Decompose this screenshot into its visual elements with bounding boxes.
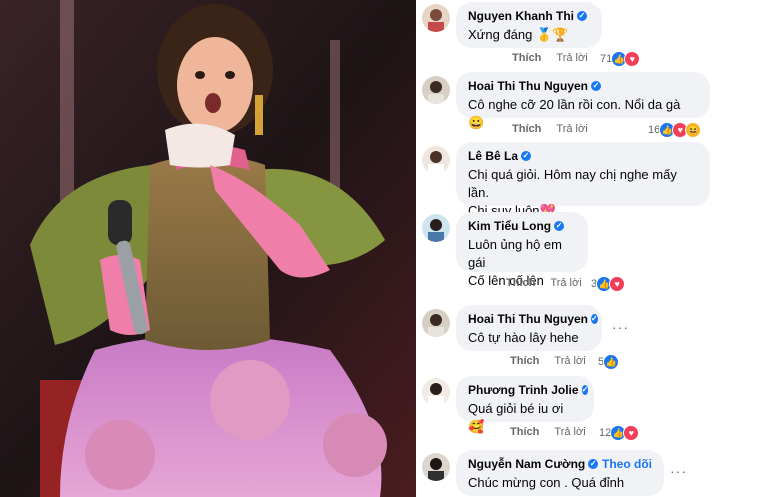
- commenter-name[interactable]: Nguyen Khanh Thi: [468, 9, 574, 23]
- more-options-icon[interactable]: ···: [612, 319, 629, 335]
- comment-text: Cô tự hào lây hehe: [468, 330, 579, 345]
- commenter-name[interactable]: Kim Tiểu Long: [468, 219, 551, 233]
- avatar[interactable]: [422, 309, 450, 337]
- comment-item: Hoai Thi Thu Nguyen ✓ Cô tự hào lây hehe …: [416, 303, 780, 373]
- commenter-name[interactable]: Nguyễn Nam Cường: [468, 457, 585, 471]
- comment-item: Kim Tiểu Long ✓ Luôn ủng hộ em gái Cố lên…: [416, 212, 780, 298]
- commenter-name[interactable]: Phương Trinh Jolie: [468, 383, 579, 397]
- reply-button[interactable]: Trả lời: [556, 52, 587, 64]
- comment-bubble: Hoai Thi Thu Nguyen ✓ Cô nghe cỡ 20 lần r…: [456, 72, 710, 130]
- reply-button[interactable]: Trả lời: [554, 355, 585, 367]
- like-reaction-icon: 👍: [603, 354, 620, 370]
- comment-actions: Thích Trả lời: [512, 52, 588, 64]
- avatar[interactable]: [422, 378, 450, 406]
- avatar[interactable]: [422, 214, 450, 242]
- like-button[interactable]: Thích: [512, 123, 541, 135]
- like-button[interactable]: Thích: [510, 426, 539, 438]
- like-button[interactable]: Thích: [506, 277, 535, 289]
- comment-item: Lê Bê La ✓ Chị quá giỏi. Hôm nay chị nghe…: [416, 140, 780, 218]
- like-button[interactable]: Thích: [510, 355, 539, 367]
- reaction-summary[interactable]: 5 👍: [598, 354, 620, 370]
- comment-bubble: Lê Bê La ✓ Chị quá giỏi. Hôm nay chị nghe…: [456, 142, 710, 218]
- commenter-name[interactable]: Hoai Thi Thu Nguyen: [468, 79, 588, 93]
- verified-badge-icon: ✓: [554, 221, 565, 231]
- love-reaction-icon: ♥: [623, 425, 640, 441]
- performer-photo: [0, 0, 416, 497]
- comments-panel: Nguyen Khanh Thi ✓ Xứng đáng 🥇🏆 Thích Trả…: [416, 0, 780, 497]
- comment-bubble: Hoai Thi Thu Nguyen ✓ Cô tự hào lây hehe: [456, 305, 602, 351]
- comment-bubble: Nguyen Khanh Thi ✓ Xứng đáng 🥇🏆: [456, 2, 602, 48]
- comment-text: Chị quá giỏi. Hôm nay chị nghe mấy lần.: [468, 167, 677, 200]
- comment-item: Nguyễn Nam Cường ✓ Theo dõi Chúc mừng con …: [416, 447, 780, 497]
- avatar[interactable]: [422, 76, 450, 104]
- comment-actions: Thích Trả lời: [506, 277, 582, 289]
- comment-text: Chúc mừng con . Quá đỉnh: [468, 475, 625, 490]
- comment-text: Luôn ủng hộ em gái: [468, 237, 562, 270]
- verified-badge-icon: ✓: [521, 151, 532, 161]
- comment-text: Xứng đáng 🥇🏆: [468, 27, 569, 42]
- comment-item: Hoai Thi Thu Nguyen ✓ Cô nghe cỡ 20 lần r…: [416, 70, 780, 140]
- verified-badge-icon: ✓: [588, 459, 598, 469]
- comment-bubble: Nguyễn Nam Cường ✓ Theo dõi Chúc mừng con …: [456, 450, 664, 496]
- follow-button[interactable]: Theo dõi: [602, 457, 652, 471]
- love-reaction-icon: ♥: [624, 51, 641, 67]
- comment-item: Nguyen Khanh Thi ✓ Xứng đáng 🥇🏆 Thích Trả…: [416, 0, 780, 70]
- commenter-name[interactable]: Hoai Thi Thu Nguyen: [468, 312, 588, 326]
- comment-actions: Thích Trả lời: [510, 355, 586, 367]
- reaction-summary[interactable]: 12 👍 ♥: [599, 425, 640, 441]
- comment-item: Phương Trinh Jolie ✓ Quá giỏi bé iu ơi 🥰 …: [416, 374, 780, 444]
- haha-reaction-icon: 😆: [685, 122, 702, 138]
- avatar[interactable]: [422, 146, 450, 174]
- comment-actions: Thích Trả lời: [512, 123, 588, 135]
- avatar[interactable]: [422, 4, 450, 32]
- reaction-summary[interactable]: 16 👍 ♥ 😆: [648, 122, 702, 138]
- more-options-icon[interactable]: ···: [670, 463, 687, 479]
- verified-badge-icon: ✓: [591, 314, 598, 324]
- like-button[interactable]: Thích: [512, 52, 541, 64]
- reply-button[interactable]: Trả lời: [550, 277, 581, 289]
- verified-badge-icon: ✓: [577, 11, 587, 21]
- love-reaction-icon: ♥: [609, 276, 626, 292]
- verified-badge-icon: ✓: [581, 385, 589, 395]
- reaction-summary[interactable]: 71 👍 ♥: [600, 51, 641, 67]
- avatar[interactable]: [422, 453, 450, 481]
- reply-button[interactable]: Trả lời: [556, 123, 587, 135]
- comment-bubble: Kim Tiểu Long ✓ Luôn ủng hộ em gái Cố lên…: [456, 212, 588, 288]
- commenter-name[interactable]: Lê Bê La: [468, 149, 518, 163]
- reply-button[interactable]: Trả lời: [554, 426, 585, 438]
- comment-actions: Thích Trả lời: [510, 426, 586, 438]
- reaction-summary[interactable]: 3 👍 ♥: [591, 276, 626, 292]
- comment-bubble: Phương Trinh Jolie ✓ Quá giỏi bé iu ơi 🥰: [456, 376, 594, 434]
- verified-badge-icon: ✓: [591, 81, 601, 91]
